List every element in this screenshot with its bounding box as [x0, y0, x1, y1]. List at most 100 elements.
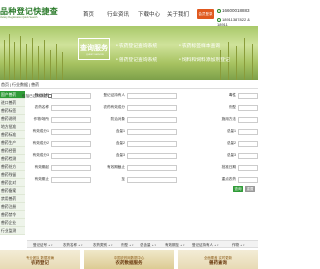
date-input[interactable] — [127, 176, 177, 183]
sidebar-item[interactable]: 进口兽药 — [0, 99, 25, 107]
sidebar-item[interactable]: 兽药处方 — [0, 163, 25, 171]
field-input[interactable] — [51, 92, 91, 99]
field-label: 有效成分3 — [32, 153, 49, 157]
search-form: 登记证号 登记证持有人 毒性 农药名称 农药有效成分 剂型 作物/场所 防治对象… — [27, 92, 258, 192]
date-input[interactable] — [127, 164, 177, 171]
field-input[interactable] — [127, 92, 177, 99]
hero-banner: 查询服务 QUERY SERVICE 农药登记查询系统 农药标签样本查询 兽药登… — [0, 26, 258, 80]
date-input[interactable] — [51, 164, 91, 171]
sidebar-item[interactable]: 禁用兽药 — [0, 195, 25, 203]
field-input[interactable] — [238, 92, 258, 99]
date-input[interactable] — [51, 176, 91, 183]
breadcrumb-current: 兽药 — [31, 82, 40, 87]
site-logo-subtitle: Variety Registration Quick Search — [0, 16, 38, 19]
banner-item[interactable]: 农药登记查询系统 — [116, 42, 157, 49]
date-input[interactable] — [238, 164, 258, 171]
phone-line-1: 16600018883 — [217, 8, 250, 13]
banner-item[interactable]: 农药标签样本查询 — [179, 42, 220, 49]
search-button[interactable]: 查询 — [233, 186, 243, 192]
field-input[interactable] — [127, 152, 177, 159]
sidebar-item[interactable]: 兽药残留 — [0, 171, 25, 179]
field-label: 总量3 — [226, 153, 236, 157]
field-label: 有效成分2 — [32, 141, 49, 145]
field-input[interactable] — [238, 116, 258, 123]
nav-home[interactable]: 首页 — [83, 10, 94, 18]
sidebar-item[interactable]: 兽药企业 — [0, 219, 25, 227]
field-input[interactable] — [127, 128, 177, 135]
column-header[interactable]: 农药名称▲▼ — [63, 241, 83, 250]
ad-line-2: 农药登记 — [31, 260, 49, 265]
sidebar-item[interactable]: 兽药经营 — [0, 147, 25, 155]
sidebar-item[interactable]: 兽药比对 — [0, 179, 25, 187]
breadcrumb: 首页|行业数据|兽药 — [0, 81, 258, 89]
reset-button[interactable]: 重置 — [245, 186, 255, 192]
column-header[interactable]: 有效期至▲▼ — [165, 241, 185, 250]
site-header: 品种登记快捷查 Variety Registration Quick Searc… — [0, 0, 258, 27]
form-row: 有效期止 至 重点农药 — [27, 176, 258, 184]
column-header[interactable]: 登记证持有人▲▼ — [192, 241, 219, 250]
ad-banner[interactable]: 专业团队 数据准确 农药登记 — [0, 250, 80, 269]
field-input[interactable] — [127, 140, 177, 147]
ad-line-2: 兽药查询 — [209, 260, 227, 265]
sidebar-item[interactable]: 地方批准 — [0, 123, 25, 131]
field-label: 防治对象 — [110, 117, 125, 121]
field-label: 批准日期 — [221, 165, 236, 169]
sidebar-item[interactable]: 兽药检测 — [0, 155, 25, 163]
ad-banner[interactable]: 中国农药网数据中心 农药数据服务 — [84, 250, 174, 269]
column-header[interactable]: 登记证号▲▼ — [33, 241, 53, 250]
sidebar-nav: 国产兽药 进口兽药 兽药标签 兽药说明 地方批准 兽药标准 兽药生产 兽药经营 … — [0, 91, 25, 236]
sidebar-item[interactable]: 兽药禁令 — [0, 211, 25, 219]
phone-icon — [217, 17, 221, 22]
sidebar-item[interactable]: 兽药说明 — [0, 115, 25, 123]
field-input[interactable] — [238, 152, 258, 159]
include-expired-option[interactable]: 包括已过期数据 — [22, 94, 52, 99]
sidebar-item[interactable]: 兽药标签 — [0, 107, 25, 115]
field-label: 作物/场所 — [33, 117, 49, 121]
form-row: 有效成分1 含量1 总量1 — [27, 128, 258, 136]
field-label: 农药有效成分 — [103, 105, 125, 109]
column-header[interactable]: 作物▲▼ — [232, 241, 245, 250]
include-expired-checkbox[interactable] — [48, 94, 52, 98]
field-label: 农药名称 — [34, 105, 49, 109]
field-input[interactable] — [238, 128, 258, 135]
phone-number-1: 16600018883 — [222, 8, 250, 13]
sidebar-item[interactable]: 兽药注册 — [0, 203, 25, 211]
bottom-ad-strip: 专业团队 数据准确 农药登记 中国农药网数据中心 农药数据服务 全面覆盖 实时更… — [0, 250, 258, 269]
field-input[interactable] — [51, 104, 91, 111]
banner-item[interactable]: 兽药登记查询系统 — [116, 56, 157, 63]
column-header[interactable]: 剂型▲▼ — [121, 241, 134, 250]
ad-banner[interactable]: 全面覆盖 实时更新 兽药查询 — [178, 250, 258, 269]
column-header[interactable]: 农药类别▲▼ — [93, 241, 113, 250]
sidebar-item[interactable]: 行业监测 — [0, 227, 25, 235]
field-label: 有效期止 — [34, 177, 49, 181]
nav-download[interactable]: 下载中心 — [138, 10, 160, 18]
nav-about[interactable]: 关于我们 — [167, 10, 189, 18]
nav-news[interactable]: 行业资讯 — [107, 10, 129, 18]
breadcrumb-industry-data[interactable]: 行业数据 — [12, 82, 28, 87]
field-label: 毒性 — [228, 93, 236, 97]
ad-line-2: 农药数据服务 — [115, 260, 143, 265]
login-button[interactable]: 会员登录 — [197, 9, 214, 19]
field-input[interactable] — [51, 128, 91, 135]
field-label: 总量1 — [226, 129, 236, 133]
field-input[interactable] — [238, 140, 258, 147]
field-input[interactable] — [127, 104, 177, 111]
field-label: 登记证持有人 — [103, 93, 125, 97]
field-input[interactable] — [51, 152, 91, 159]
breadcrumb-home[interactable]: 首页 — [1, 82, 9, 87]
field-label: 施用方法 — [221, 117, 236, 121]
field-label: 含量3 — [115, 153, 125, 157]
sidebar-item[interactable]: 兽药备案 — [0, 187, 25, 195]
field-input[interactable] — [127, 116, 177, 123]
sidebar-item[interactable]: 兽药标准 — [0, 131, 25, 139]
field-input[interactable] — [51, 140, 91, 147]
select-input[interactable] — [238, 176, 258, 183]
form-row: 登记证号 登记证持有人 毒性 — [27, 92, 258, 100]
banner-item[interactable]: 饲料和饲料添加剂登记 — [179, 56, 230, 63]
field-input[interactable] — [51, 116, 91, 123]
sidebar-item[interactable]: 兽药生产 — [0, 139, 25, 147]
column-header[interactable]: 总含量▲▼ — [140, 241, 156, 250]
field-input[interactable] — [238, 104, 258, 111]
field-label: 总量2 — [226, 141, 236, 145]
field-label: 重点农药 — [221, 177, 236, 181]
